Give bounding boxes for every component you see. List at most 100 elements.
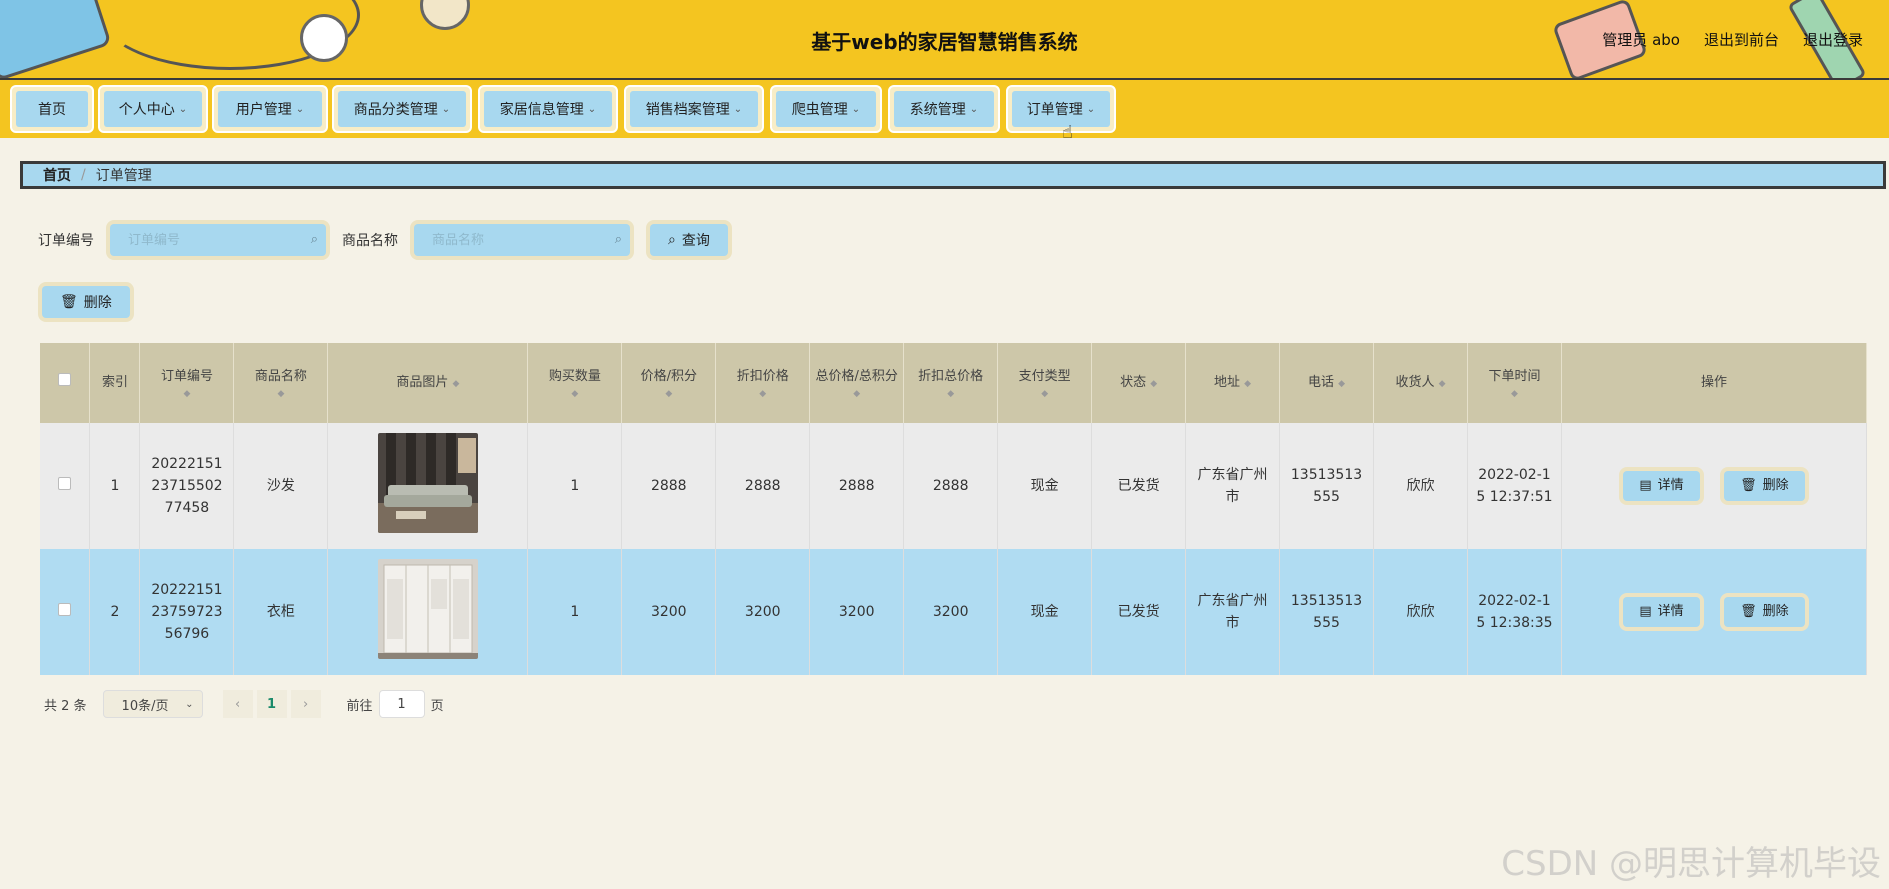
pagination: 共 2 条 10条/页 ⌄ ‹ 1 › 前往 1 页 [44,690,444,718]
nav-item-order-management[interactable]: 订单管理 ⌄ [1006,85,1116,133]
logout-link[interactable]: 退出登录 [1803,29,1863,50]
next-page-button[interactable]: › [290,690,321,718]
cell-pay-type: 现金 [997,423,1093,549]
toolbar: 🗑 删除 [38,282,134,322]
sort-icon[interactable]: ◆ [904,388,997,400]
trash-icon: 🗑 [60,294,78,310]
nav-label: 首页 [38,102,66,118]
sort-icon[interactable]: ◆ [234,388,327,400]
order-no-input[interactable] [110,224,326,256]
nav-label: 商品分类管理 [353,102,438,118]
detail-button[interactable]: ▤ 详情 [1623,597,1700,627]
row-delete-button[interactable]: 🗑 删除 [1724,597,1805,627]
column-header[interactable]: 总价格/总积分 ◆ [809,343,905,423]
trash-icon: 🗑 [1740,478,1757,493]
sort-icon[interactable]: ◆ [1468,388,1561,400]
sort-icon[interactable]: ◆ [1338,379,1345,389]
column-header[interactable]: 商品图片 ◆ [327,343,529,423]
column-header[interactable]: 订单编号 ◆ [139,343,235,423]
column-header[interactable]: 索引 [89,343,141,423]
nav-item-personal-center[interactable]: 个人中心 ⌄ [98,85,208,133]
cell-order-time: 2022-02-1 5 12:37:51 [1467,423,1562,549]
cell-receiver: 欣欣 [1373,423,1468,549]
goto-page-input[interactable]: 1 [378,690,425,718]
sort-icon[interactable]: ◆ [528,388,621,400]
breadcrumb: 首页 / 订单管理 [20,161,1886,189]
column-header[interactable]: 购买数量 ◆ [527,343,623,423]
cell-product-name: 沙发 [233,423,329,549]
nav-item-crawler-management[interactable]: 爬虫管理 ⌄ [770,85,882,133]
sort-icon[interactable]: ◆ [1439,379,1446,389]
prev-page-button[interactable]: ‹ [222,690,253,718]
cell-actions: ▤ 详情 🗑 删除 [1561,549,1868,675]
column-header[interactable]: 商品名称 ◆ [233,343,329,423]
cell-product-image [327,423,529,549]
row-checkbox[interactable] [58,477,72,490]
cell-total: 2888 [809,423,905,549]
product-name-input[interactable] [414,224,630,256]
breadcrumb-current: 订单管理 [95,168,152,184]
select-all-cell[interactable] [40,343,91,423]
chevron-down-icon: ⌄ [441,103,451,115]
sort-icon[interactable]: ◆ [1150,379,1157,389]
document-icon: ▤ [1639,604,1652,619]
nav-item-category-management[interactable]: 商品分类管理 ⌄ [332,85,472,133]
order-no-input-wrap: ⌕ [106,220,330,260]
page-suffix: 页 [430,698,444,714]
cell-discount-price: 2888 [715,423,811,549]
nav-item-sales-archive-management[interactable]: 销售档案管理 ⌄ [624,85,764,133]
cell-index: 2 [89,549,141,675]
row-checkbox[interactable] [58,603,72,616]
exit-to-frontend-link[interactable]: 退出到前台 [1704,29,1779,50]
cell-order-no: 20222151 23759723 56796 [139,549,235,675]
column-header[interactable]: 折扣总价格 ◆ [903,343,999,423]
trash-icon: 🗑 [1740,604,1757,619]
hand-cursor-icon: ☝ [1062,122,1073,143]
detail-button[interactable]: ▤ 详情 [1623,471,1700,501]
select-all-checkbox[interactable] [58,373,72,386]
page-number-current[interactable]: 1 [256,690,287,718]
column-header[interactable]: 电话 ◆ [1279,343,1375,423]
row-delete-button[interactable]: 🗑 删除 [1724,471,1805,501]
sort-icon[interactable]: ◆ [622,388,715,400]
nav-item-furniture-info-management[interactable]: 家居信息管理 ⌄ [478,85,618,133]
cell-discount-total: 2888 [903,423,999,549]
column-header[interactable]: 收货人 ◆ [1373,343,1468,423]
table-row[interactable]: 1 20222151 23715502 77458 沙发 1 2888 2888… [40,423,1868,549]
sort-icon[interactable]: ◆ [810,388,903,400]
sort-icon[interactable]: ◆ [452,379,459,389]
column-header[interactable]: 支付类型 ◆ [997,343,1093,423]
column-header[interactable]: 状态 ◆ [1091,343,1187,423]
chevron-down-icon: ⌄ [587,103,597,115]
sort-icon[interactable]: ◆ [998,388,1091,400]
batch-delete-button[interactable]: 🗑 删除 [42,286,130,318]
search-bar: 订单编号 ⌕ 商品名称 ⌕ ⌕ 查询 [38,220,732,260]
chevron-down-icon: ⌄ [178,103,188,115]
column-header[interactable]: 价格/积分 ◆ [621,343,717,423]
table-row[interactable]: 2 20222151 23759723 56796 衣柜 1 3200 3200… [40,549,1868,675]
column-header[interactable]: 地址 ◆ [1185,343,1281,423]
nav-item-system-management[interactable]: 系统管理 ⌄ [888,85,1000,133]
cell-price: 3200 [621,549,717,675]
chevron-down-icon: ⌄ [295,103,305,115]
sort-icon[interactable]: ◆ [140,388,233,400]
cell-qty: 1 [527,549,623,675]
sort-icon[interactable]: ◆ [716,388,809,400]
product-name-input-wrap: ⌕ [410,220,634,260]
nav-label: 爬虫管理 [791,102,848,118]
query-button[interactable]: ⌕ 查询 [650,224,728,256]
sofa-image [377,432,478,533]
nav-item-user-management[interactable]: 用户管理 ⌄ [212,85,328,133]
column-header[interactable]: 下单时间 ◆ [1467,343,1562,423]
breadcrumb-home[interactable]: 首页 [43,165,71,185]
cell-discount-total: 3200 [903,549,999,675]
user-links: 管理员 abo 退出到前台 退出登录 [1602,29,1863,50]
nav-item-home[interactable]: 首页 [10,85,94,133]
cell-product-image [327,549,529,675]
nav-label: 家居信息管理 [499,102,584,118]
column-header[interactable]: 折扣价格 ◆ [715,343,811,423]
total-count: 共 2 条 [44,698,87,714]
sort-icon[interactable]: ◆ [1244,379,1251,389]
page-size-select[interactable]: 10条/页 ⌄ [102,690,203,718]
order-no-label: 订单编号 [38,233,94,249]
